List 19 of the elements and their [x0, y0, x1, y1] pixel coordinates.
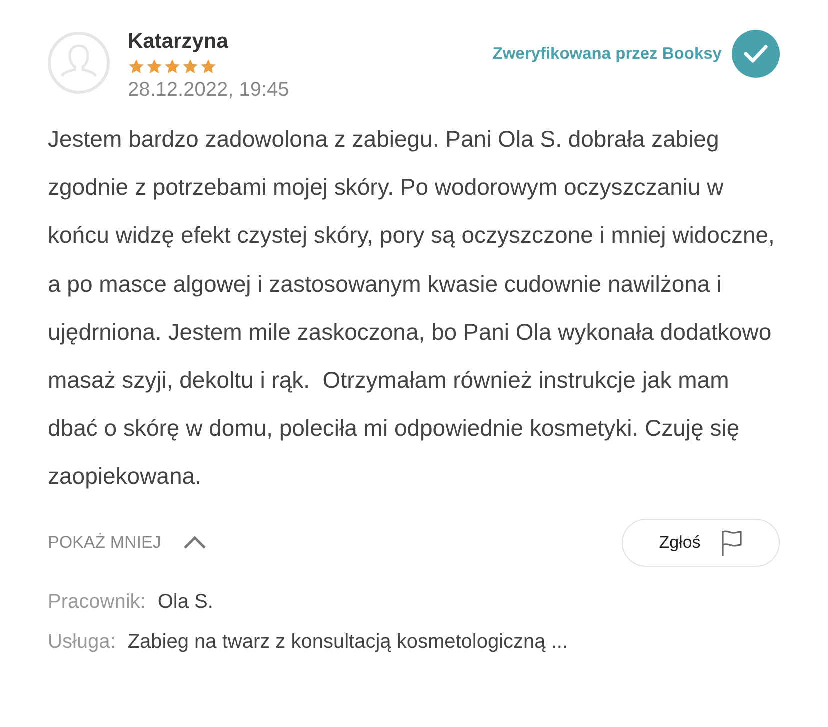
report-button[interactable]: Zgłoś: [622, 518, 780, 567]
chevron-icon: [183, 536, 208, 550]
flag-icon: [720, 528, 743, 557]
reviewer-name: Katarzyna: [128, 29, 230, 55]
avatar-icon: [48, 32, 110, 94]
review-date: 28.12.2022, 19:45: [128, 78, 290, 103]
detail-label: Usługa:: [48, 630, 116, 655]
star-icon: [146, 58, 163, 75]
detail-label: Pracownik:: [48, 590, 146, 615]
review-text: Jestem bardzo zadowolona z zabiegu. Pani Ola S. dobrała zabieg zgodnie z potrzebami mojej skóry. Po wodorowym oczyszczaniu w końcu widzę efekt czystej skóry, pory są oczyszczone i mniej widoczne, a po masce algowej i zastosowanym kwasie cudownie nawilżona i ujędrniona. Jestem mile zaskoczona, bo Pani Ola wykonała dodatkowo masaż szyji, dekoltu i rąk. Otrzymałam również instrukcje jak mam dbać o skórę w domu, poleciła mi odpowiednie kosmetyki. Czuję się zaopiekowana.: [48, 125, 776, 492]
star-icon: [200, 58, 217, 75]
verified-label: Zweryfikowana przez Booksy: [492, 44, 722, 64]
detail-value: Zabieg na twarz z konsultacją kosmetologiczną ...: [128, 630, 568, 655]
show-less-button[interactable]: POKAŻ MNIEJ: [48, 532, 208, 553]
checkmark-icon: [732, 30, 780, 78]
star-icon: [182, 58, 199, 75]
star-icon: [164, 58, 181, 75]
star-icon: [128, 58, 145, 75]
detail-value: Ola S.: [158, 590, 214, 615]
